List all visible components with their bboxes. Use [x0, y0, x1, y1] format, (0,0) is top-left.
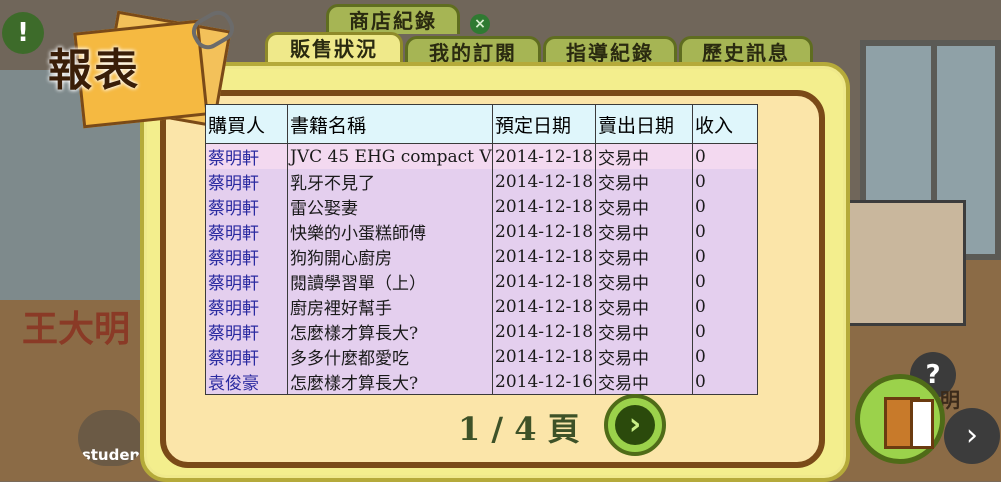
cell-book-title: 怎麼樣才算長大?	[287, 369, 493, 395]
cell-book-title: 雷公娶妻	[287, 194, 493, 219]
table-row[interactable]: 袁俊豪 怎麼樣才算長大? 2014-12-16 交易中 0	[205, 369, 759, 395]
cell-book-title: JVC 45 EHG compact VH	[287, 143, 493, 169]
cell-income: 0	[692, 244, 759, 269]
background-student-button: studen	[78, 410, 144, 466]
report-badge: 報表	[42, 5, 240, 129]
cell-buyer: 蔡明軒	[205, 344, 288, 369]
cell-income: 0	[692, 344, 759, 369]
cell-buyer: 蔡明軒	[205, 269, 288, 294]
close-icon[interactable]: ×	[470, 14, 490, 34]
cell-income: 0	[692, 219, 759, 244]
page-indicator: 1 / 4 頁	[458, 410, 580, 448]
cell-income: 0	[692, 194, 759, 219]
cell-reserve-date: 2014-12-18	[491, 219, 597, 244]
cell-sold-date: 交易中	[595, 143, 694, 169]
table-row[interactable]: 蔡明軒 多多什麼都愛吃 2014-12-18 交易中 0	[205, 344, 759, 369]
cell-reserve-date: 2014-12-18	[491, 319, 597, 344]
cell-sold-date: 交易中	[595, 244, 694, 269]
cell-book-title: 狗狗開心廚房	[287, 244, 493, 269]
cell-income: 0	[692, 143, 759, 169]
table-row[interactable]: 蔡明軒 廚房裡好幫手 2014-12-18 交易中 0	[205, 294, 759, 319]
tab-store-records[interactable]: 商店紀錄	[326, 4, 460, 34]
cell-income: 0	[692, 369, 759, 395]
cell-reserve-date: 2014-12-18	[491, 194, 597, 219]
table-row[interactable]: 蔡明軒 狗狗開心廚房 2014-12-18 交易中 0	[205, 244, 759, 269]
table-row[interactable]: 蔡明軒 快樂的小蛋糕師傅 2014-12-18 交易中 0	[205, 219, 759, 244]
column-header-book-title: 書籍名稱	[287, 104, 493, 144]
cell-sold-date: 交易中	[595, 344, 694, 369]
cell-reserve-date: 2014-12-18	[491, 169, 597, 194]
cell-sold-date: 交易中	[595, 194, 694, 219]
cell-sold-date: 交易中	[595, 169, 694, 194]
column-header-income: 收入	[692, 104, 759, 144]
cell-buyer: 蔡明軒	[205, 244, 288, 269]
cell-reserve-date: 2014-12-18	[491, 143, 597, 169]
cell-buyer: 袁俊豪	[205, 369, 288, 395]
cell-book-title: 乳牙不見了	[287, 169, 493, 194]
column-header-sold-date: 賣出日期	[595, 104, 694, 144]
cell-buyer: 蔡明軒	[205, 169, 288, 194]
cell-income: 0	[692, 269, 759, 294]
cell-book-title: 廚房裡好幫手	[287, 294, 493, 319]
tab-sales-status[interactable]: 販售狀況	[265, 32, 403, 66]
cell-book-title: 怎麼樣才算長大?	[287, 319, 493, 344]
table-row[interactable]: 蔡明軒 雷公娶妻 2014-12-18 交易中 0	[205, 194, 759, 219]
sales-table: 購買人 書籍名稱 預定日期 賣出日期 收入 蔡明軒 JVC 45 EHG com…	[205, 104, 759, 395]
exit-button[interactable]	[855, 374, 945, 464]
cell-buyer: 蔡明軒	[205, 294, 288, 319]
cell-reserve-date: 2014-12-18	[491, 244, 597, 269]
background-desk	[840, 200, 966, 326]
cell-buyer: 蔡明軒	[205, 143, 288, 169]
table-row[interactable]: 蔡明軒 怎麼樣才算長大? 2014-12-18 交易中 0	[205, 319, 759, 344]
cell-book-title: 閱讀學習單（上）	[287, 269, 493, 294]
cell-income: 0	[692, 169, 759, 194]
table-header-row: 購買人 書籍名稱 預定日期 賣出日期 收入	[205, 104, 759, 144]
cell-sold-date: 交易中	[595, 219, 694, 244]
table-row[interactable]: 蔡明軒 JVC 45 EHG compact VH 2014-12-18 交易中…	[205, 143, 759, 169]
next-page-button[interactable]: ›	[604, 394, 666, 456]
background-next-icon: ›	[944, 408, 1000, 464]
cell-sold-date: 交易中	[595, 369, 694, 395]
cell-sold-date: 交易中	[595, 269, 694, 294]
cell-buyer: 蔡明軒	[205, 194, 288, 219]
cell-sold-date: 交易中	[595, 294, 694, 319]
chevron-right-icon: ›	[615, 405, 655, 445]
table-row[interactable]: 蔡明軒 閱讀學習單（上） 2014-12-18 交易中 0	[205, 269, 759, 294]
cell-book-title: 多多什麼都愛吃	[287, 344, 493, 369]
cell-income: 0	[692, 319, 759, 344]
background-name-text: 王大明	[22, 308, 131, 350]
cell-reserve-date: 2014-12-16	[491, 369, 597, 395]
column-header-reserve-date: 預定日期	[491, 104, 597, 144]
cell-reserve-date: 2014-12-18	[491, 269, 597, 294]
door-opening	[910, 399, 934, 449]
table-row[interactable]: 蔡明軒 乳牙不見了 2014-12-18 交易中 0	[205, 169, 759, 194]
column-header-buyer: 購買人	[205, 104, 288, 144]
cell-buyer: 蔡明軒	[205, 219, 288, 244]
background-alert-icon: !	[2, 12, 44, 54]
cell-buyer: 蔡明軒	[205, 319, 288, 344]
cell-sold-date: 交易中	[595, 319, 694, 344]
cell-income: 0	[692, 294, 759, 319]
cell-book-title: 快樂的小蛋糕師傅	[287, 219, 493, 244]
cell-reserve-date: 2014-12-18	[491, 294, 597, 319]
report-title: 報表	[48, 45, 140, 96]
cell-reserve-date: 2014-12-18	[491, 344, 597, 369]
